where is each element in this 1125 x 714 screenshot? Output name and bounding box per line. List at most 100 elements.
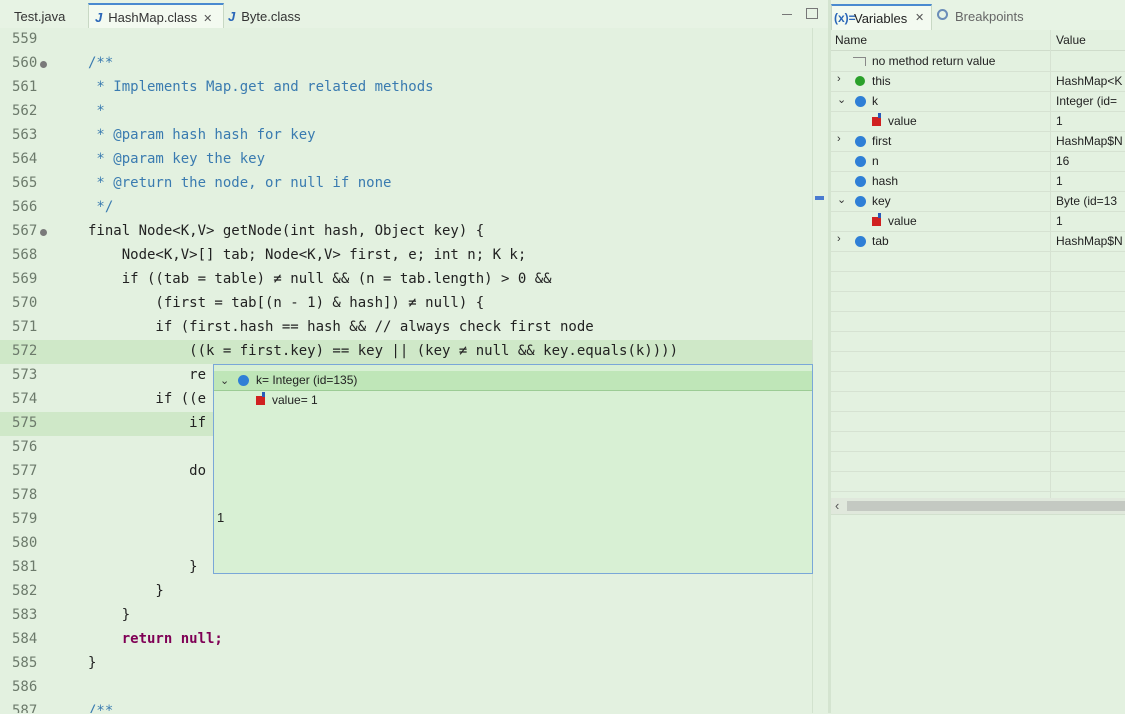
code-text: do xyxy=(88,463,207,479)
code-text: if xyxy=(88,415,207,431)
variable-hover-popup[interactable]: ⌄ k= Integer (id=135) value= 1 1 xyxy=(213,364,813,574)
empty-row xyxy=(831,251,1125,272)
variables-table[interactable]: Name Value no method return value › this… xyxy=(831,30,1125,505)
table-header: Name Value xyxy=(831,30,1125,51)
horizontal-scrollbar[interactable]: ‹ xyxy=(831,498,1125,514)
code-line[interactable]: 585} xyxy=(0,652,812,676)
line-number: 561 xyxy=(12,79,38,95)
table-row[interactable]: value 1 xyxy=(831,211,1125,232)
return-value-icon xyxy=(853,57,866,66)
table-row[interactable]: ⌄ k Integer (id= xyxy=(831,91,1125,112)
column-name[interactable]: Name xyxy=(835,33,867,47)
table-row[interactable]: › this HashMap<K xyxy=(831,71,1125,92)
code-text: } xyxy=(88,607,131,623)
code-line[interactable]: 587 /** xyxy=(0,700,812,713)
code-line[interactable]: 570 (first = tab[(n - 1) & hash]) ≠ null… xyxy=(0,292,812,316)
tab-label: Byte.class xyxy=(241,9,301,24)
code-line[interactable]: 571 if (first.hash == hash && // always … xyxy=(0,316,812,340)
code-text: * @return the node, or null if none xyxy=(88,175,392,191)
line-number: 569 xyxy=(12,271,38,287)
overview-marker[interactable] xyxy=(815,196,824,200)
local-variable-icon xyxy=(855,136,866,147)
table-row[interactable]: no method return value xyxy=(831,51,1125,72)
chevron-down-icon[interactable]: ⌄ xyxy=(220,374,229,387)
scroll-thumb[interactable] xyxy=(847,501,1125,511)
code-line[interactable]: 584 return null; xyxy=(0,628,812,652)
line-number: 586 xyxy=(12,679,38,695)
line-number: 578 xyxy=(12,487,38,503)
hover-value-row[interactable]: value= 1 xyxy=(272,393,318,407)
local-variable-icon xyxy=(855,156,866,167)
tab-label: HashMap.class xyxy=(108,10,198,25)
line-number: 560 xyxy=(12,55,38,71)
variable-detail-pane[interactable] xyxy=(831,514,1125,714)
empty-row xyxy=(831,331,1125,352)
code-text: * xyxy=(88,103,105,119)
table-row[interactable]: ⌄ key Byte (id=13 xyxy=(831,191,1125,212)
java-class-icon: J xyxy=(95,10,103,25)
column-value[interactable]: Value xyxy=(1056,33,1086,47)
code-text: ((k = first.key) == key || (key ≠ null &… xyxy=(88,343,679,359)
line-number: 576 xyxy=(12,439,38,455)
line-number: 580 xyxy=(12,535,38,551)
table-row[interactable]: n 16 xyxy=(831,151,1125,172)
minimize-icon[interactable] xyxy=(782,14,792,15)
code-line[interactable]: 582 } xyxy=(0,580,812,604)
chevron-down-icon[interactable]: ⌄ xyxy=(837,93,846,106)
table-row[interactable]: › first HashMap$N xyxy=(831,131,1125,152)
code-line[interactable]: 559 xyxy=(0,28,812,52)
close-icon[interactable]: ✕ xyxy=(915,11,924,24)
line-number: 567 xyxy=(12,223,38,239)
code-line[interactable]: 583 } xyxy=(0,604,812,628)
empty-row xyxy=(831,291,1125,312)
breakpoints-icon xyxy=(937,9,948,20)
code-line[interactable]: 563 * @param hash hash for key xyxy=(0,124,812,148)
code-line[interactable]: 569 if ((tab = table) ≠ null && (n = tab… xyxy=(0,268,812,292)
chevron-right-icon[interactable]: › xyxy=(837,133,841,145)
line-number: 566 xyxy=(12,199,38,215)
current-line[interactable]: 572 ((k = first.key) == key || (key ≠ nu… xyxy=(0,340,812,364)
variables-tab-bar: (x)= Variables ✕ Breakpoints xyxy=(831,0,1125,31)
line-number: 573 xyxy=(12,367,38,383)
scroll-left-icon[interactable]: ‹ xyxy=(835,498,839,513)
line-number: 584 xyxy=(12,631,38,647)
code-line[interactable]: 566 */ xyxy=(0,196,812,220)
tab-variables[interactable]: (x)= Variables ✕ xyxy=(831,4,932,30)
fold-icon[interactable] xyxy=(40,229,47,236)
code-line[interactable]: 567 final Node<K,V> getNode(int hash, Obj… xyxy=(0,220,812,244)
code-line[interactable]: 560 /** xyxy=(0,52,812,76)
line-number: 574 xyxy=(12,391,38,407)
java-class-icon: J xyxy=(228,9,236,24)
line-number: 581 xyxy=(12,559,38,575)
code-text: final Node<K,V> getNode(int hash, Object… xyxy=(88,223,485,239)
line-number: 571 xyxy=(12,319,38,335)
chevron-right-icon[interactable]: › xyxy=(837,73,841,85)
table-row[interactable]: hash 1 xyxy=(831,171,1125,192)
chevron-right-icon[interactable]: › xyxy=(837,233,841,245)
code-line[interactable]: 565 * @return the node, or null if none xyxy=(0,172,812,196)
field-icon xyxy=(256,392,265,405)
code-line[interactable]: 562 * xyxy=(0,100,812,124)
empty-row xyxy=(831,351,1125,372)
maximize-icon[interactable] xyxy=(806,8,818,19)
code-line[interactable]: 561 * Implements Map.get and related met… xyxy=(0,76,812,100)
code-text: return null; xyxy=(88,631,223,647)
tab-test-java[interactable]: Test.java xyxy=(4,4,84,28)
code-line[interactable]: 586 xyxy=(0,676,812,700)
tab-byte-class[interactable]: J Byte.class xyxy=(228,4,328,28)
table-row[interactable]: value 1 xyxy=(831,111,1125,132)
overview-ruler[interactable] xyxy=(812,28,829,713)
code-line[interactable]: 568 Node<K,V>[] tab; Node<K,V> first, e;… xyxy=(0,244,812,268)
close-icon[interactable]: ✕ xyxy=(203,13,212,25)
local-variable-icon xyxy=(855,196,866,207)
empty-row xyxy=(831,471,1125,492)
tab-hashmap-class[interactable]: J HashMap.class ✕ xyxy=(88,3,224,30)
empty-row xyxy=(831,311,1125,332)
fold-icon[interactable] xyxy=(40,61,47,68)
code-line[interactable]: 564 * @param key the key xyxy=(0,148,812,172)
chevron-down-icon[interactable]: ⌄ xyxy=(837,193,846,206)
empty-row xyxy=(831,371,1125,392)
empty-row xyxy=(831,271,1125,292)
line-number: 563 xyxy=(12,127,38,143)
table-row[interactable]: › tab HashMap$N xyxy=(831,231,1125,252)
